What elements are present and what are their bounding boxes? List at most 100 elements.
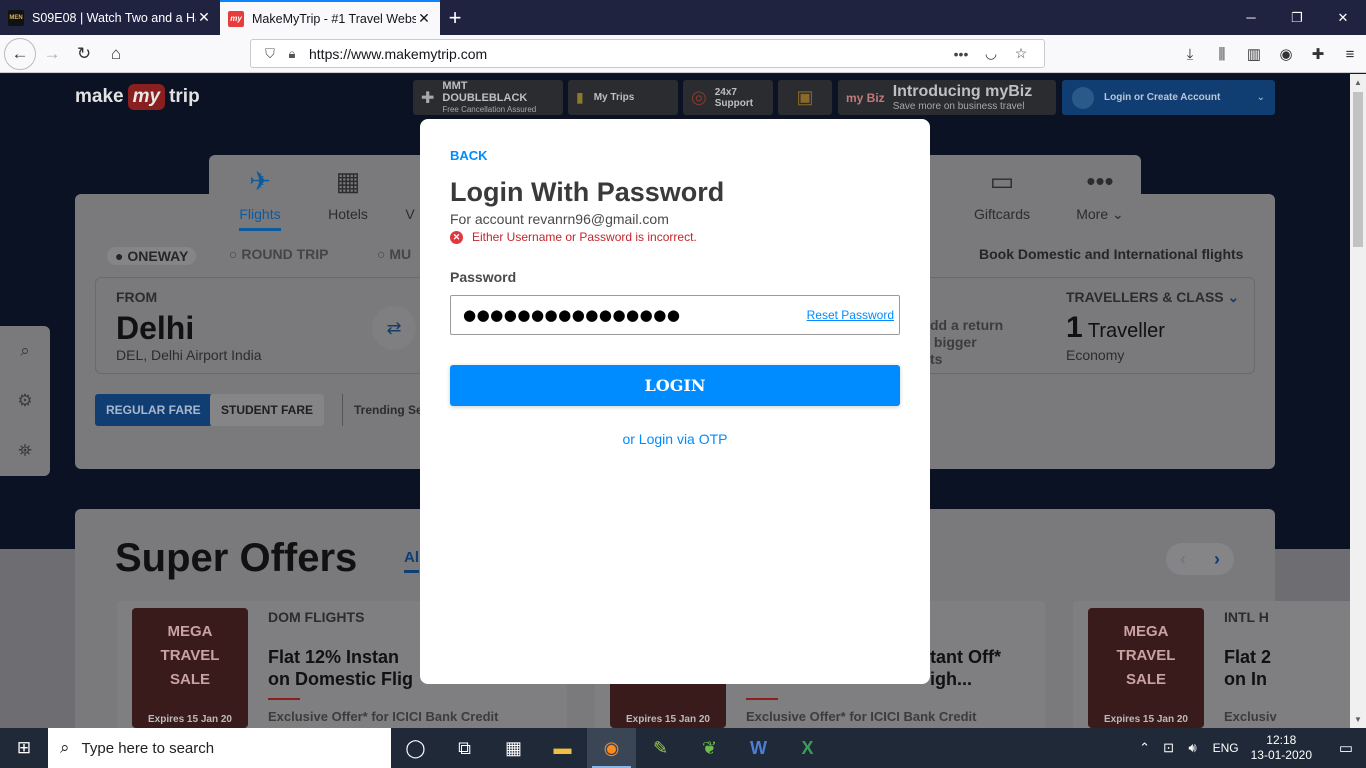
- category-more[interactable]: ••• More ⌄: [1065, 166, 1135, 223]
- minimize-icon[interactable]: ─: [1228, 0, 1274, 35]
- close-window-icon[interactable]: ✕: [1320, 0, 1366, 35]
- tab-title: MakeMyTrip - #1 Travel Websit: [252, 11, 416, 26]
- library-icon[interactable]: ⫼: [1206, 38, 1238, 70]
- error-x-icon: ✕: [450, 230, 463, 244]
- download-icon[interactable]: ⤓: [1174, 38, 1206, 70]
- chevron-left-icon[interactable]: ‹: [1180, 549, 1186, 570]
- offer-title: Flat 12% Instan on Domestic Flig: [268, 647, 414, 689]
- close-tab-icon[interactable]: ✕: [196, 9, 212, 26]
- mytrips-chip[interactable]: ▮ My Trips: [568, 80, 678, 115]
- account-icon[interactable]: ◉: [1270, 38, 1302, 70]
- menu-icon[interactable]: ≡: [1334, 38, 1366, 70]
- account-email-line: For account revanrn96@gmail.com: [450, 211, 669, 227]
- volume-icon[interactable]: 🔊︎: [1181, 740, 1205, 756]
- forward-arrow-icon[interactable]: →: [36, 38, 68, 70]
- mybiz-chip[interactable]: my Biz Introducing myBiz Save more on bus…: [838, 80, 1056, 115]
- category-flights[interactable]: ✈ Flights: [225, 166, 295, 231]
- cortana-icon[interactable]: ◯: [391, 728, 440, 768]
- home-icon[interactable]: ⌂: [100, 38, 132, 70]
- from-label: FROM: [116, 289, 158, 305]
- calculator-icon[interactable]: ▦: [489, 728, 538, 768]
- browser-tab-active[interactable]: my MakeMyTrip - #1 Travel Websit ✕: [220, 0, 440, 35]
- chevron-up-icon[interactable]: ⌃: [1133, 740, 1157, 756]
- browser-tabstrip: MEN S09E08 | Watch Two and a Half ✕ my M…: [0, 0, 1366, 35]
- from-city[interactable]: Delhi: [116, 310, 194, 347]
- login-via-otp-link: or Login via OTP: [622, 431, 728, 447]
- login-button[interactable]: LOGIN: [450, 365, 900, 406]
- offer-category: DOM FLIGHTS: [268, 609, 365, 625]
- pocket-icon[interactable]: ◡: [976, 45, 1006, 62]
- url-bar[interactable]: ⛉ 🔒︎ https://www.makemytrip.com ••• ◡ ☆: [250, 39, 1045, 68]
- toolbar-right: ⤓ ⫼ ▥ ◉ ✚ ≡: [1174, 38, 1366, 70]
- reload-icon[interactable]: ↻: [68, 38, 100, 70]
- travel-class: Economy: [1066, 347, 1125, 363]
- trip-option-multicity[interactable]: ○ MU: [377, 246, 411, 262]
- password-input[interactable]: ●●●●●●●●●●●●●●●●: [463, 306, 807, 324]
- offers-tab-all[interactable]: Al: [404, 549, 419, 573]
- restore-icon[interactable]: ❐: [1274, 0, 1320, 35]
- spring-tool-icon[interactable]: ❦: [685, 728, 734, 768]
- reset-password-link[interactable]: Reset Password: [807, 308, 894, 322]
- back-link[interactable]: BACK: [450, 148, 488, 163]
- browser-tab-inactive[interactable]: MEN S09E08 | Watch Two and a Half ✕: [0, 0, 220, 35]
- makemytrip-favicon-icon: my: [228, 10, 244, 27]
- swap-icon[interactable]: ⇄: [372, 306, 416, 350]
- offer-subtitle: Exclusive Offer* for ICICI Bank Credit: [268, 709, 499, 724]
- url-text[interactable]: https://www.makemytrip.com: [309, 46, 946, 62]
- doubleblack-chip[interactable]: ✚ MMT DOUBLEBLACK Free Cancellation Assur…: [413, 80, 563, 115]
- sidebar-icon[interactable]: ▥: [1238, 38, 1270, 70]
- notification-icon[interactable]: ▭: [1326, 739, 1366, 757]
- word-icon[interactable]: W: [734, 728, 783, 768]
- password-field[interactable]: ●●●●●●●●●●●●●●●● Reset Password: [450, 295, 900, 335]
- wallet-chip[interactable]: ▣: [778, 80, 832, 115]
- login-create-account-button[interactable]: Login or Create Account ⌄: [1062, 80, 1275, 115]
- task-view-icon[interactable]: ⧉: [440, 728, 489, 768]
- category-villas[interactable]: V: [400, 166, 420, 222]
- support-chip[interactable]: ◎ 24x7 Support: [683, 80, 773, 115]
- offers-title: Super Offers: [115, 536, 358, 580]
- left-floating-sidebar: ⌕ ⚙ ⛯: [0, 326, 50, 476]
- scroll-up-icon[interactable]: ▲: [1350, 78, 1366, 87]
- makemytrip-logo[interactable]: make my trip: [75, 84, 200, 110]
- page-scrollbar[interactable]: ▲ ▼: [1350, 74, 1366, 728]
- trip-option-oneway[interactable]: ● ONEWAY: [107, 247, 197, 265]
- taskbar-search-box[interactable]: ⌕ Type here to search: [48, 728, 391, 768]
- search-icon: ⌕: [60, 738, 70, 757]
- modal-title: Login With Password: [450, 177, 725, 207]
- scroll-thumb[interactable]: [1353, 92, 1363, 247]
- lock-icon[interactable]: 🔒︎: [281, 46, 303, 62]
- close-tab-icon[interactable]: ✕: [416, 10, 432, 27]
- login-create-label: Login or Create Account: [1104, 92, 1221, 103]
- extensions-icon[interactable]: ✚: [1302, 38, 1334, 70]
- settings-icon[interactable]: ⚙: [0, 376, 50, 426]
- mega-sale-image: MEGA TRAVEL SALE Expires 15 Jan 20: [132, 608, 248, 728]
- file-explorer-icon[interactable]: ▬: [538, 728, 587, 768]
- excel-icon[interactable]: X: [783, 728, 832, 768]
- bookmark-star-icon[interactable]: ☆: [1006, 45, 1036, 62]
- offers-icon[interactable]: ⛯: [0, 426, 50, 476]
- new-tab-button[interactable]: +: [440, 0, 470, 35]
- search-icon[interactable]: ⌕: [0, 326, 50, 376]
- scroll-down-icon[interactable]: ▼: [1350, 715, 1366, 724]
- chevron-right-icon[interactable]: ›: [1214, 549, 1220, 570]
- notepad-plus-icon[interactable]: ✎: [636, 728, 685, 768]
- page-actions-icon[interactable]: •••: [946, 46, 976, 62]
- browser-navbar: ← → ↻ ⌂ ⛉ 🔒︎ https://www.makemytrip.com …: [0, 35, 1366, 73]
- windows-start-icon[interactable]: ⊞: [0, 728, 48, 768]
- giftcard-icon: ▭: [989, 166, 1015, 196]
- trip-option-roundtrip[interactable]: ○ ROUND TRIP: [229, 246, 328, 262]
- back-arrow-icon[interactable]: ←: [4, 37, 36, 70]
- category-giftcards[interactable]: ▭ Giftcards: [967, 166, 1037, 222]
- shield-icon[interactable]: ⛉: [259, 46, 281, 62]
- language-indicator[interactable]: ENG: [1213, 741, 1239, 755]
- travellers-value[interactable]: 1 Traveller: [1066, 311, 1165, 345]
- category-hotels[interactable]: ▦ Hotels: [313, 166, 383, 222]
- student-fare-button[interactable]: STUDENT FARE: [210, 394, 325, 426]
- password-label: Password: [450, 269, 517, 285]
- network-icon[interactable]: ⊡: [1157, 740, 1181, 756]
- clock[interactable]: 12:18 13-01-2020: [1251, 733, 1312, 763]
- wallet-icon: ▣: [796, 87, 814, 107]
- regular-fare-button[interactable]: REGULAR FARE: [95, 394, 212, 426]
- window-controls: ─ ❐ ✕: [1228, 0, 1366, 35]
- firefox-icon[interactable]: ◉: [587, 728, 636, 768]
